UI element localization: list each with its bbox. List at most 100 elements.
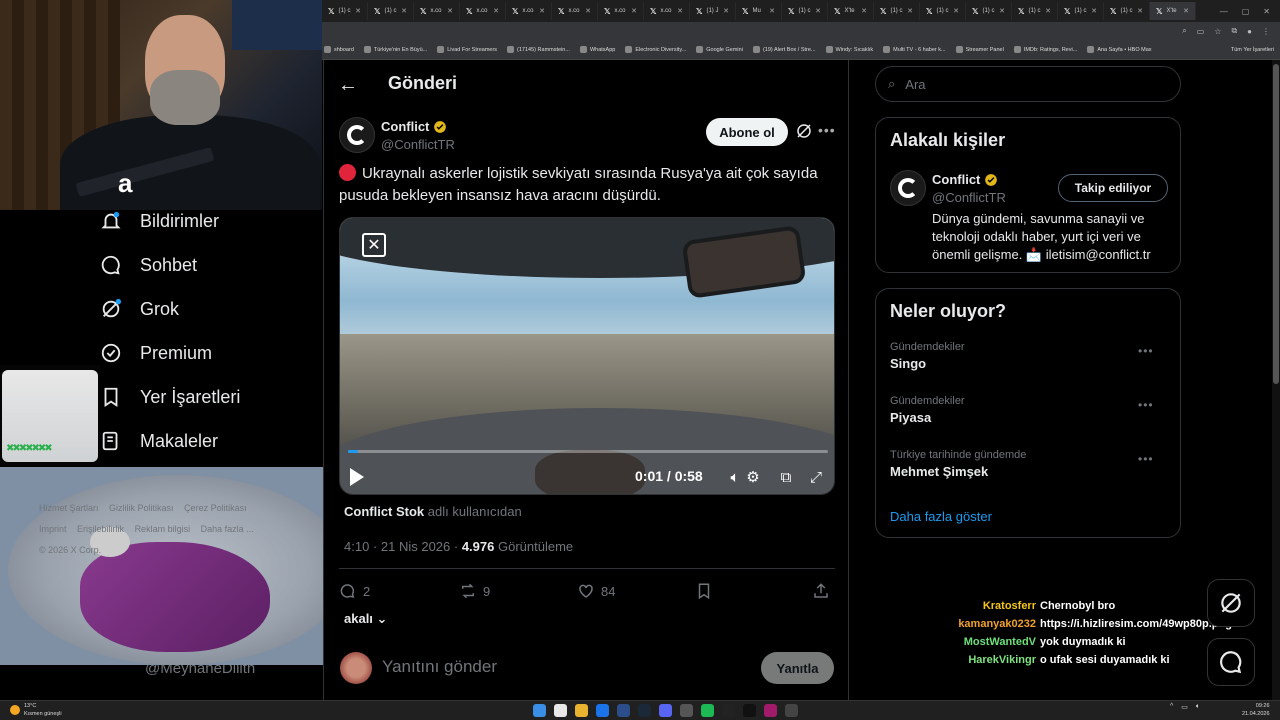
discord-icon[interactable] — [659, 704, 672, 717]
attribution-user[interactable]: Conflict Stok — [344, 504, 424, 519]
reply-action[interactable]: 2 — [339, 582, 370, 600]
like-action[interactable]: 84 — [577, 582, 615, 600]
app-icon[interactable] — [680, 704, 693, 717]
trend-item[interactable]: Türkiye tarihinde gündemde Mehmet Şimşek — [890, 449, 1170, 479]
show-more-link[interactable]: Daha fazla göster — [890, 509, 992, 524]
close-icon[interactable]: ✕ — [953, 7, 959, 15]
close-icon[interactable]: ✕ — [355, 7, 361, 15]
following-button[interactable]: Takip ediliyor — [1058, 174, 1168, 202]
close-icon[interactable]: ✕ — [861, 7, 867, 15]
post-date[interactable]: 21 Nis 2026 — [381, 539, 450, 554]
author-handle[interactable]: @ConflictTR — [381, 137, 455, 152]
grok-floating-button[interactable] — [1207, 579, 1255, 627]
all-bookmarks-folder[interactable]: Tüm Yer İşaretleri — [1231, 47, 1280, 53]
browser-tab[interactable]: 𝕏 (1) J ✕ — [690, 2, 736, 20]
browser-tab[interactable]: 𝕏x.co ✕ — [598, 2, 644, 20]
obs-icon[interactable] — [743, 704, 756, 717]
reply-sort-dropdown[interactable]: akalı ⌄ — [344, 611, 387, 627]
repost-action[interactable]: 9 — [459, 582, 490, 600]
related-name[interactable]: Conflict — [932, 172, 998, 187]
close-icon[interactable]: ✕ — [769, 7, 775, 15]
nav-notifications[interactable]: Bildirimler — [100, 210, 219, 232]
profile-icon[interactable]: ● — [1247, 27, 1252, 36]
browser-tab[interactable]: 𝕏 (1) c ✕ — [1104, 2, 1150, 20]
reply-input[interactable]: Yanıtını gönder — [382, 657, 497, 677]
share-action[interactable] — [812, 582, 830, 600]
browser-tab[interactable]: 𝕏 (1) c ✕ — [874, 2, 920, 20]
close-icon[interactable]: ✕ — [585, 7, 591, 15]
post-time[interactable]: 4:10 — [344, 539, 369, 554]
bookmark-item[interactable]: Türkiye'nin En Büyü... — [363, 46, 427, 53]
maximize-icon[interactable]: ▢ — [1242, 7, 1250, 16]
nav-premium[interactable]: Premium — [100, 342, 212, 364]
spotify-icon[interactable] — [701, 704, 714, 717]
close-icon[interactable]: ✕ — [677, 7, 683, 15]
related-avatar[interactable] — [890, 170, 926, 206]
star-icon[interactable]: ☆ — [1214, 27, 1221, 36]
chrome-icon[interactable] — [596, 704, 609, 717]
subscribe-button[interactable]: Abone ol — [706, 118, 788, 146]
browser-tab[interactable]: 𝕏 (1) c ✕ — [1058, 2, 1104, 20]
browser-tab[interactable]: 𝕏 (1) c ✕ — [1012, 2, 1058, 20]
nav-chat[interactable]: Sohbet — [100, 254, 197, 276]
app-icon[interactable] — [617, 704, 630, 717]
browser-tab[interactable]: 𝕏 (1) c ✕ — [782, 2, 828, 20]
footer-link[interactable]: Daha fazla ... — [201, 524, 254, 534]
nav-bookmarks[interactable]: Yer İşaretleri — [100, 386, 240, 408]
search-input[interactable]: ⌕ Ara — [875, 66, 1181, 102]
back-arrow-icon[interactable]: ← — [338, 74, 358, 97]
menu-icon[interactable]: ⋮ — [1262, 27, 1270, 36]
close-icon[interactable]: ✕ — [447, 7, 453, 15]
browser-tab[interactable]: 𝕏x.co ✕ — [506, 2, 552, 20]
footer-link[interactable]: Imprint — [39, 524, 67, 534]
bookmark-item[interactable]: WhatsApp — [579, 46, 615, 53]
close-icon[interactable]: ✕ — [999, 7, 1005, 15]
footer-link[interactable]: Çerez Politikası — [184, 503, 247, 513]
close-icon[interactable]: ✕ — [631, 7, 637, 15]
close-icon[interactable]: ✕ — [1091, 7, 1097, 15]
video-player[interactable]: ✕ 0:01 / 0:58 🔈︎ ⚙︎ ⧉ ⤢ — [339, 217, 835, 495]
bookmark-item[interactable]: Multi TV - 6 haber k... — [883, 46, 946, 53]
settings-gear-icon[interactable]: ⚙︎ — [743, 467, 763, 487]
more-options-icon[interactable]: ••• — [1138, 398, 1154, 412]
browser-tab[interactable]: 𝕏x.co ✕ — [414, 2, 460, 20]
bookmark-item[interactable]: Livad For Streamers — [437, 46, 497, 53]
fullscreen-icon[interactable]: ⤢ — [806, 467, 826, 487]
browser-tab[interactable]: 𝕏 (1) c ✕ — [966, 2, 1012, 20]
close-icon[interactable]: ✕ — [539, 7, 545, 15]
page-scrollbar[interactable] — [1272, 60, 1280, 700]
browser-tab[interactable]: 𝕏x.co ✕ — [552, 2, 598, 20]
grok-icon[interactable] — [795, 122, 813, 140]
bookmark-item[interactable]: (17145) Rammstein... — [507, 46, 570, 53]
volume-icon[interactable]: 🔈︎ — [725, 467, 745, 487]
minimize-icon[interactable]: — — [1220, 7, 1228, 16]
messages-floating-button[interactable] — [1207, 638, 1255, 686]
browser-tab[interactable]: 𝕏 X'te ✕ — [1150, 2, 1196, 20]
close-icon[interactable]: ✕ — [1183, 7, 1189, 15]
close-icon[interactable]: ✕ — [493, 7, 499, 15]
epic-games-icon[interactable] — [722, 704, 735, 717]
footer-link[interactable]: Gizlilik Politikası — [109, 503, 174, 513]
browser-tab[interactable]: 𝕏 X'te ✕ — [828, 2, 874, 20]
nav-articles[interactable]: Makaleler — [100, 430, 218, 452]
browser-tab[interactable]: 𝕏x.co ✕ — [460, 2, 506, 20]
more-options-icon[interactable]: ••• — [1138, 344, 1154, 358]
trend-item[interactable]: Gündemdekiler Piyasa — [890, 395, 1170, 425]
bookmark-item[interactable]: Windy: Sıcaklık — [825, 46, 873, 53]
related-handle[interactable]: @ConflictTR — [932, 190, 1006, 205]
picture-in-picture-icon[interactable]: ⧉ — [776, 467, 796, 487]
volume-icon[interactable]: 🔈︎ — [1196, 703, 1200, 711]
bookmark-item[interactable]: (19) Alert Box / Stre... — [752, 46, 816, 53]
close-icon[interactable]: ✕ — [815, 7, 821, 15]
kick-icon[interactable] — [764, 704, 777, 717]
search-icon[interactable] — [554, 704, 567, 717]
browser-tab[interactable]: 𝕏x.co ✕ — [644, 2, 690, 20]
chevron-up-icon[interactable]: ^ — [1170, 703, 1173, 711]
browser-tab[interactable]: 𝕏 Mu ✕ — [736, 2, 782, 20]
close-icon[interactable]: ✕ — [1045, 7, 1051, 15]
author-avatar[interactable] — [339, 117, 375, 153]
browser-tab[interactable]: 𝕏 (1) c ✕ — [920, 2, 966, 20]
close-icon[interactable]: ✕ — [401, 7, 407, 15]
close-icon[interactable]: ✕ — [1137, 7, 1143, 15]
bookmark-item[interactable]: shboard — [324, 46, 354, 53]
